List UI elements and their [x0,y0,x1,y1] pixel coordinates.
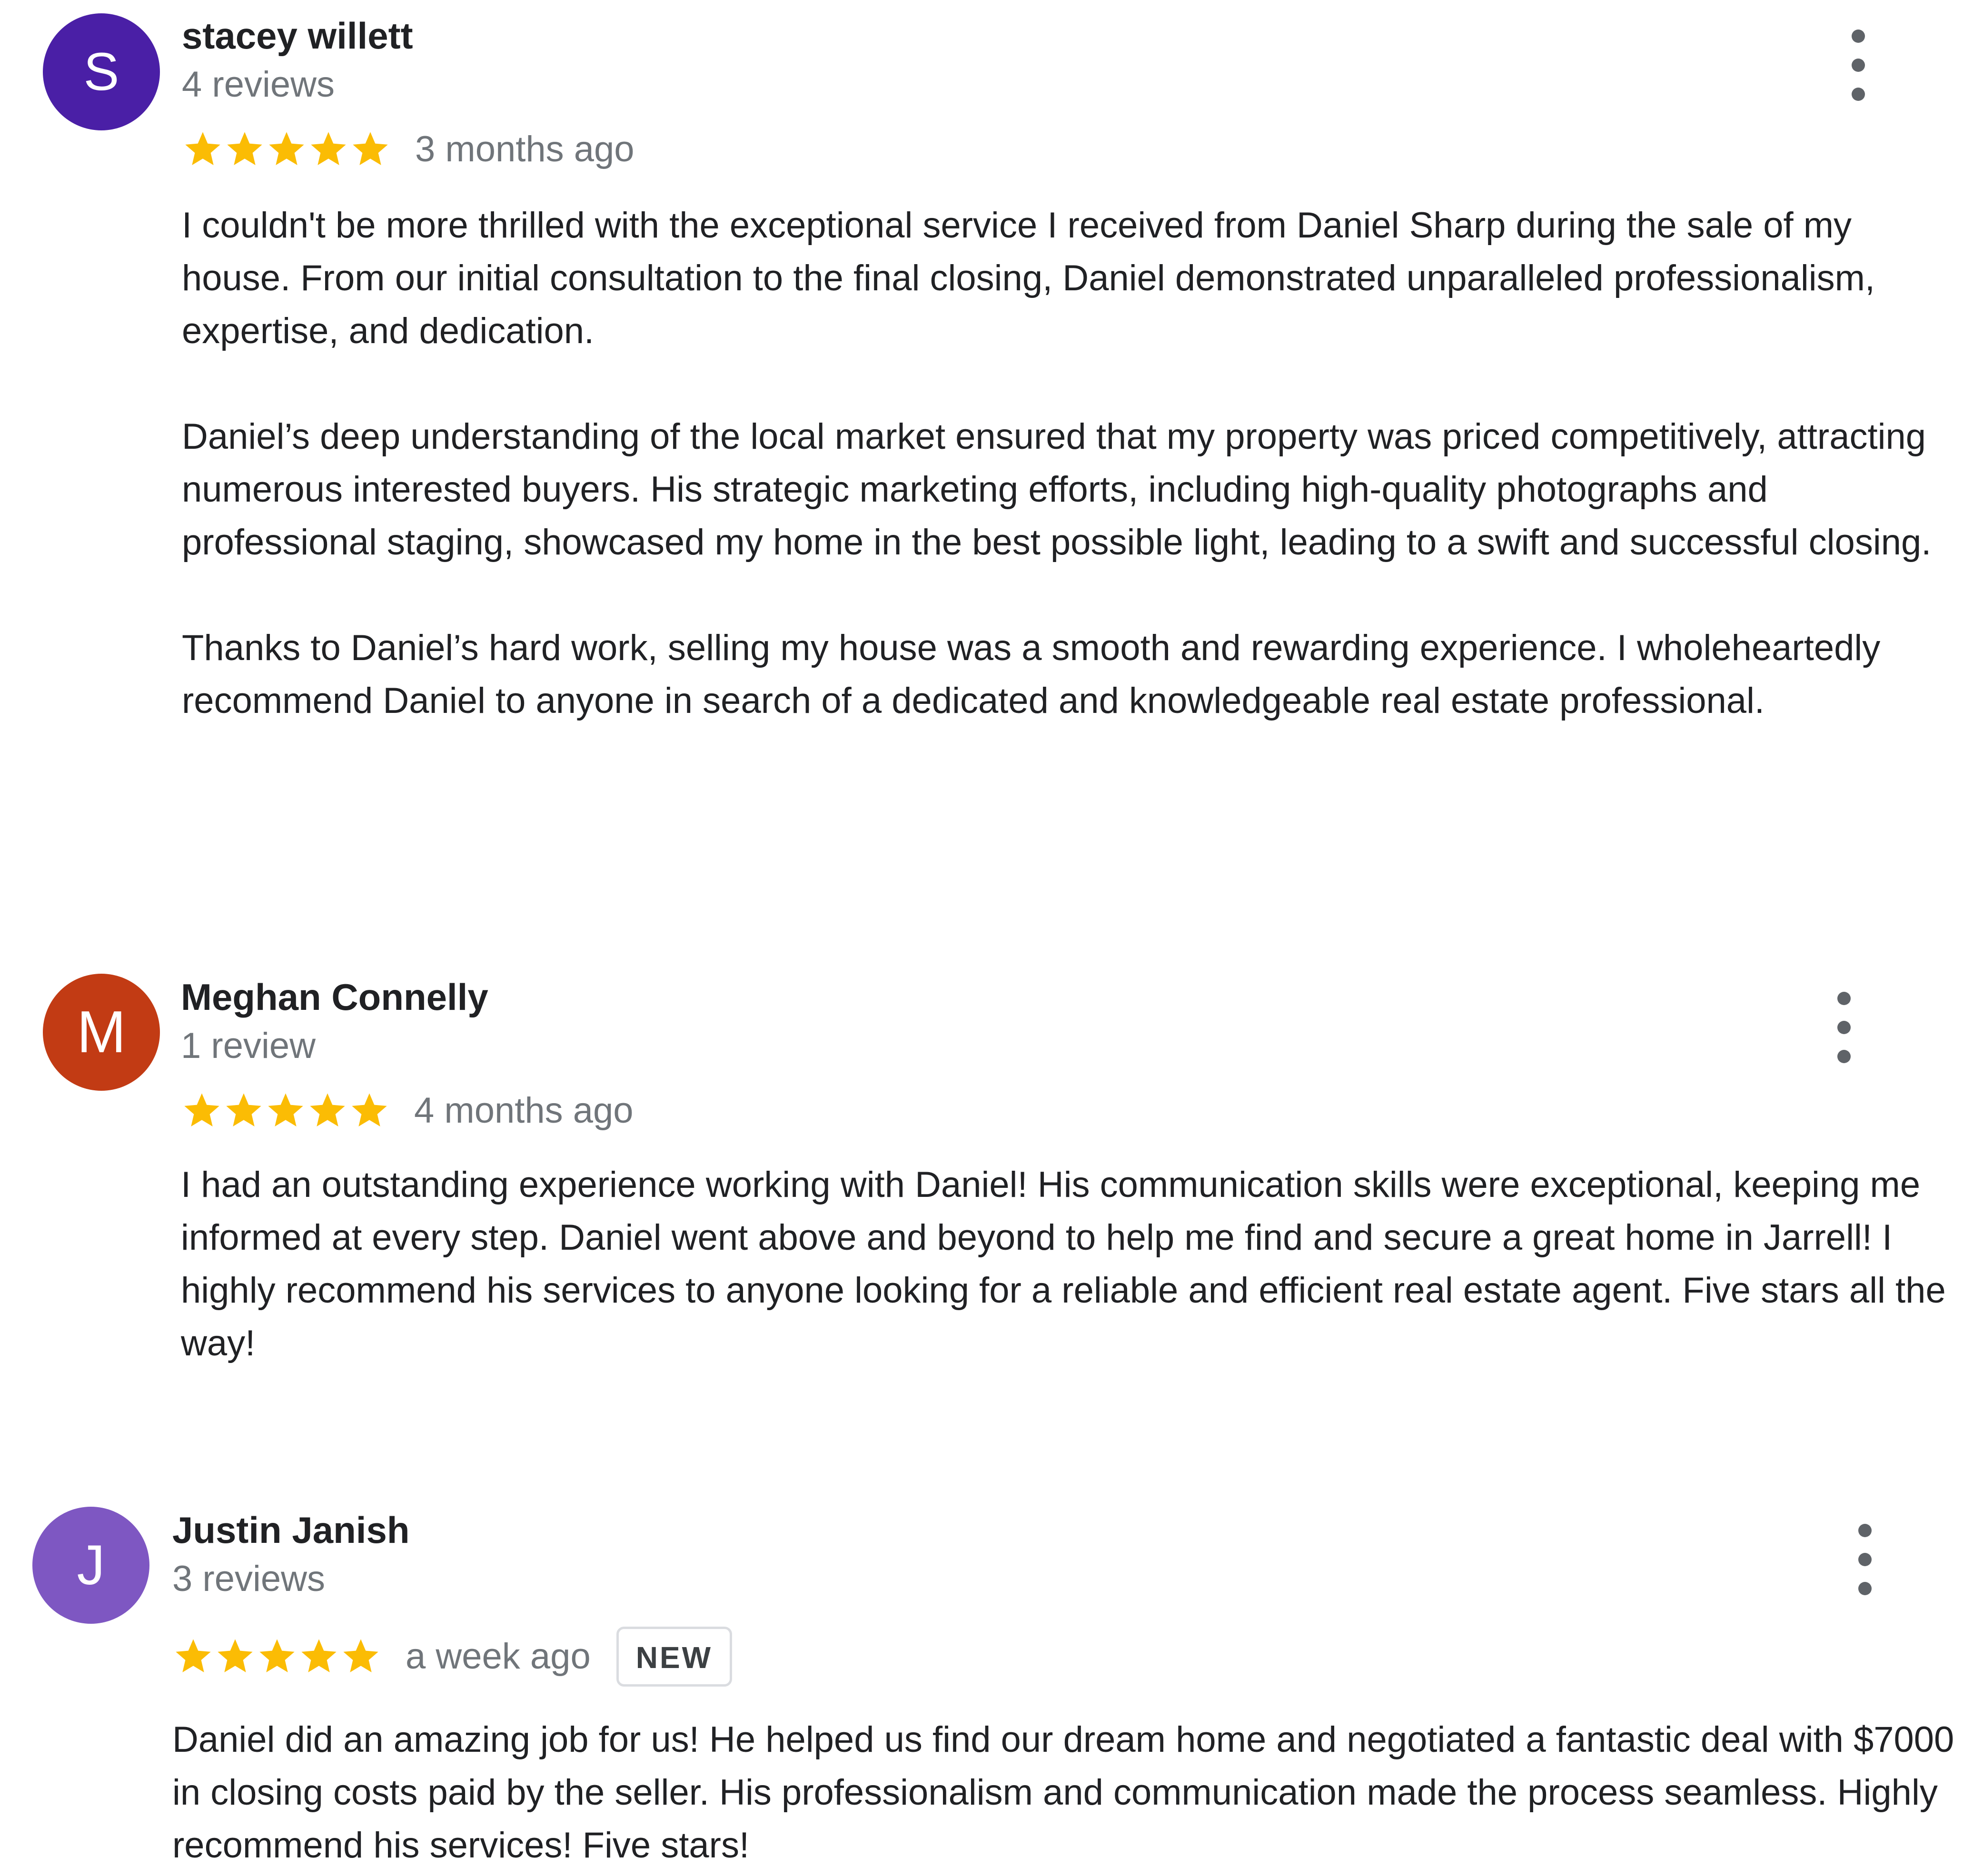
avatar[interactable]: J [32,1507,149,1624]
star-icon [184,1093,219,1126]
more-vert-icon [1858,1524,1872,1537]
review-text: I had an outstanding experience working … [181,1158,1952,1370]
reviewer-name[interactable]: Justin Janish [172,1511,409,1549]
review-paragraph: Daniel did an amazing job for us! He hel… [172,1719,1954,1866]
star-icon [343,1639,378,1672]
review-paragraph: I couldn't be more thrilled with the exc… [182,205,1875,351]
star-icon [268,1093,303,1126]
star-icon [311,132,346,165]
rating-row: 4 months ago [181,1090,634,1132]
more-vert-icon [1852,59,1865,72]
more-options-button[interactable] [1851,1524,1879,1595]
review-text: Daniel did an amazing job for us! He hel… [172,1713,1962,1872]
more-vert-icon [1837,1021,1851,1034]
star-icon [185,132,220,165]
review-time: a week ago [406,1636,591,1677]
review-text: I couldn't be more thrilled with the exc… [182,199,1953,727]
reviewer-review-count[interactable]: 3 reviews [172,1561,325,1597]
review-paragraph: Daniel’s deep understanding of the local… [182,416,1932,563]
star-icon [259,1639,295,1672]
avatar[interactable]: S [43,13,160,130]
reviewer-review-count[interactable]: 4 reviews [182,67,335,103]
star-icon [218,1639,253,1672]
avatar-letter: S [83,42,119,101]
more-vert-icon [1852,30,1865,43]
reviewer-name[interactable]: stacey willett [182,17,413,54]
star-icon [269,132,304,165]
star-icon [310,1093,345,1126]
review-paragraph: I had an outstanding experience working … [181,1165,1946,1363]
more-vert-icon [1852,88,1865,101]
avatar-letter: J [77,1534,105,1597]
review-paragraph: Thanks to Daniel’s hard work, selling my… [182,628,1881,721]
more-vert-icon [1858,1582,1872,1595]
star-icon [353,132,388,165]
star-icon [226,1093,261,1126]
more-vert-icon [1858,1553,1872,1566]
avatar-letter: M [77,999,126,1065]
more-options-button[interactable] [1830,992,1858,1063]
reviews-page: { "reviews": [ { "avatar_letter": "S", "… [0,0,1983,1876]
star-icon [176,1639,211,1672]
reviewer-name[interactable]: Meghan Connelly [181,978,488,1016]
reviewer-review-count[interactable]: 1 review [181,1028,316,1064]
star-icon [352,1093,387,1126]
avatar[interactable]: M [43,974,160,1091]
rating-row: a week ago NEW [172,1627,733,1687]
review-time: 4 months ago [414,1090,634,1131]
star-rating [182,128,391,170]
more-vert-icon [1837,992,1851,1005]
star-rating [181,1090,390,1132]
rating-row: 3 months ago [182,128,635,170]
review-time: 3 months ago [415,129,635,169]
more-options-button[interactable] [1844,30,1873,101]
star-rating [172,1636,382,1678]
more-vert-icon [1837,1050,1851,1063]
new-badge: NEW [616,1627,733,1687]
star-icon [227,132,262,165]
star-icon [301,1639,337,1672]
